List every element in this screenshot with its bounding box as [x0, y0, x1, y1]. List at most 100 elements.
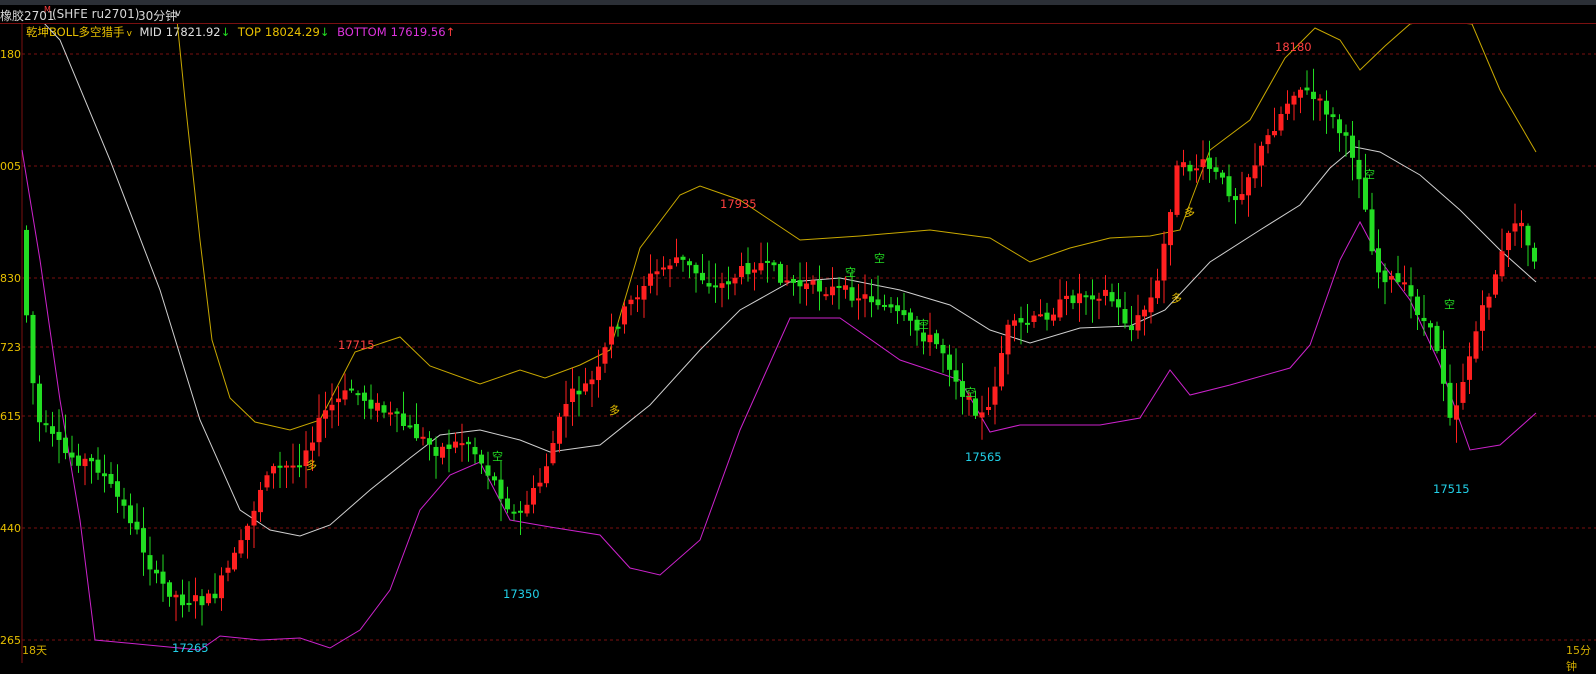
candle-body [193, 595, 198, 602]
candle-body [368, 399, 374, 409]
candle-body [674, 257, 679, 264]
candle-body [225, 567, 231, 573]
candle-body [375, 402, 380, 411]
long-signal: 多 [1184, 205, 1195, 219]
candle-body [1421, 317, 1427, 322]
candle-body [1285, 103, 1290, 114]
candle-body [1129, 325, 1134, 331]
candle-body [95, 459, 101, 473]
right-corner-label: 15分钟 [1566, 644, 1591, 673]
candle-body [323, 410, 328, 419]
candle-body [284, 465, 289, 468]
candle-body [1018, 318, 1024, 323]
candle-body [1155, 280, 1160, 299]
candle-body [472, 446, 478, 455]
y-tick-label: 180 [0, 48, 21, 61]
candle-body [440, 446, 445, 458]
chart-title-bar: 橡胶2701 M (SHFE ru2701) 30分钟 v [0, 5, 1596, 24]
candle-body [1005, 324, 1011, 355]
candle-body [1415, 296, 1420, 315]
candle-body [420, 436, 426, 439]
candle-body [1343, 132, 1349, 136]
candle-body [355, 393, 361, 396]
candle-body [791, 278, 796, 283]
candle-body [823, 294, 829, 297]
candle-body [63, 437, 68, 454]
candle-body [531, 487, 536, 505]
candle-body [654, 271, 660, 275]
candle-body [979, 412, 985, 418]
candle-body [1402, 282, 1407, 285]
candle-body [1382, 270, 1388, 283]
candle-body [732, 277, 738, 284]
candle-body [602, 347, 608, 364]
candle-body [121, 499, 127, 506]
candle-body [1493, 274, 1498, 295]
candle-body [206, 593, 211, 604]
candle-body [1096, 298, 1102, 301]
candle-body [1181, 162, 1186, 168]
chevron-down-icon[interactable]: v [175, 8, 181, 19]
candle-body [388, 412, 393, 415]
candle-body [1272, 131, 1277, 136]
candle-body [687, 261, 692, 266]
candle-body [154, 569, 159, 574]
candle-body [1116, 299, 1121, 308]
grid-lines [21, 24, 1596, 663]
candle-body [1408, 285, 1414, 297]
candle-body [1265, 135, 1271, 145]
candle-body [147, 555, 153, 570]
candle-body [947, 354, 952, 370]
candle-body [459, 443, 465, 446]
y-tick-label: 723 [0, 341, 21, 354]
candle-body [563, 403, 569, 417]
y-axis-labels: 180 005 830 723 615 440 265 [0, 48, 21, 647]
candle-body [1226, 176, 1232, 197]
candle-body [1278, 114, 1284, 131]
candle-body [180, 594, 185, 606]
candle-body [1239, 194, 1245, 200]
candle-body [1077, 293, 1082, 304]
candle-body [381, 405, 387, 413]
short-signal: 空 [845, 265, 856, 279]
candle-body [1454, 405, 1459, 420]
candle-body [1337, 119, 1342, 134]
y-tick-label: 005 [0, 160, 21, 173]
candle-body [1220, 172, 1225, 178]
candle-body [888, 304, 894, 308]
candle-body [1460, 381, 1466, 403]
short-signal: 空 [874, 251, 885, 265]
candle-body [1031, 315, 1037, 322]
period-selector[interactable]: 30分钟 [138, 7, 177, 24]
candle-body [1395, 273, 1401, 283]
candle-body [882, 304, 887, 307]
candlestick-chart[interactable]: 180 005 830 723 615 440 265 17715 17935 18180 172… [0, 24, 1596, 663]
high-label: 17935 [720, 197, 757, 211]
candle-body [349, 388, 354, 391]
candle-body [1090, 295, 1095, 300]
candle-body [1324, 100, 1329, 115]
candle-body [849, 287, 855, 301]
candle-body [1376, 248, 1381, 273]
candle-body [433, 446, 439, 456]
long-signal: 多 [609, 403, 620, 417]
candle-body [583, 383, 588, 392]
candle-body [1174, 165, 1180, 215]
candle-body [836, 285, 842, 288]
candle-body [1213, 167, 1219, 172]
main-contract-flag: M [44, 5, 51, 14]
candle-body [576, 390, 582, 395]
candle-body [875, 299, 881, 306]
candle-body [1103, 289, 1108, 296]
candle-body [1369, 209, 1375, 252]
candle-body [362, 392, 367, 401]
candle-body [1317, 98, 1323, 101]
candle-body [622, 306, 627, 325]
candle-body [667, 265, 673, 270]
candle-body [141, 528, 146, 553]
high-label: 17715 [338, 338, 375, 352]
candle-body [908, 312, 913, 321]
candle-body [804, 283, 809, 290]
candle-body [745, 263, 751, 275]
candle-body [102, 473, 107, 477]
